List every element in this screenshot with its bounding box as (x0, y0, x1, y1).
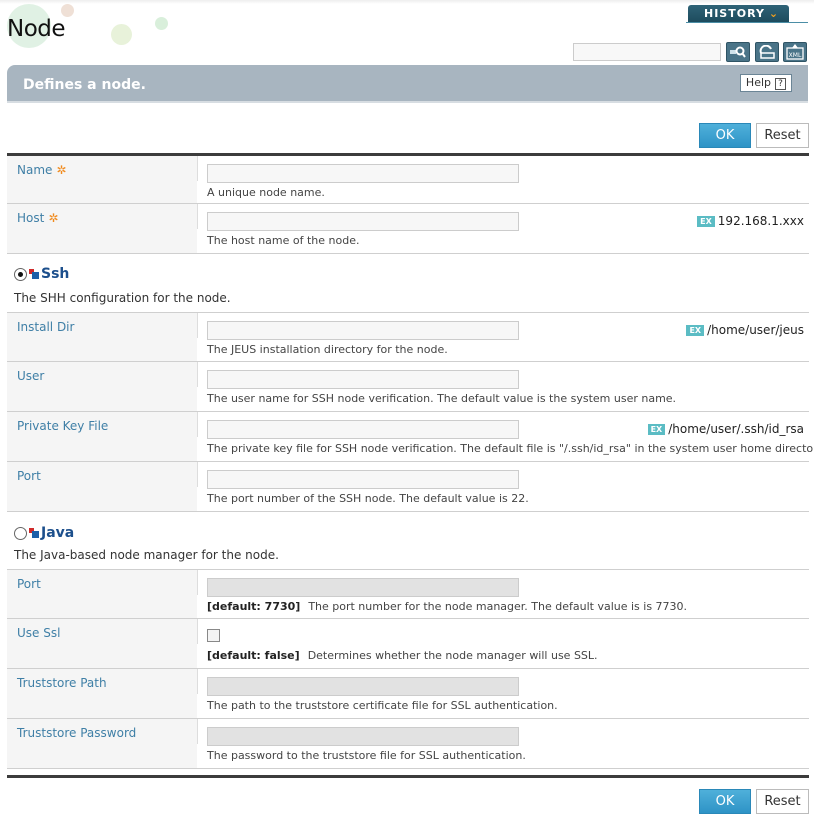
chevron-down-icon: ⌄ (768, 7, 780, 20)
svg-text:XML: XML (789, 52, 802, 59)
field-description: The JEUS installation directory for the … (207, 343, 448, 356)
field-label: Truststore Password (7, 719, 197, 768)
truststore-path-input[interactable] (207, 677, 519, 696)
ssh-radio[interactable] (14, 267, 27, 281)
required-icon: ✲ (48, 211, 59, 225)
history-label: HISTORY (704, 7, 765, 20)
field-label: Port (7, 570, 197, 618)
divider (197, 570, 198, 595)
field-description: The path to the truststore certificate f… (207, 699, 558, 712)
default-value: [default: 7730] (207, 600, 301, 613)
ssh-section-header: Ssh (14, 266, 69, 282)
field-label: Host ✲ (7, 204, 197, 253)
field-label: Truststore Path (7, 669, 197, 718)
field-row-use-ssl: Use Ssl [default: false] Determines wheth… (7, 619, 809, 669)
field-description: The password to the truststore file for … (207, 749, 526, 762)
top-border (0, 0, 814, 4)
search-button[interactable] (726, 42, 750, 62)
page-title: Node (7, 16, 66, 42)
help-label: Help (745, 76, 771, 89)
example-value: EX/home/user/.ssh/id_rsa (647, 422, 804, 436)
field-description: [default: false] Determines whether the n… (207, 649, 598, 662)
divider (197, 412, 198, 437)
divider (197, 362, 198, 387)
field-label: Name ✲ (7, 156, 197, 203)
xml-export-button[interactable]: XML (783, 42, 807, 62)
field-description: The user name for SSH node verification.… (207, 392, 677, 405)
ssh-title: Ssh (41, 266, 70, 282)
example-icon: EX (686, 325, 705, 336)
divider (197, 619, 198, 644)
field-row-truststore-path: Truststore Path The path to the truststo… (7, 669, 809, 719)
divider (197, 719, 198, 744)
install-dir-input[interactable] (207, 321, 519, 340)
field-row-name: Name ✲ A unique node name. (7, 156, 809, 204)
field-row-private-key-file: Private Key File The private key file fo… (7, 412, 814, 462)
field-row-host: Host ✲ The host name of the node. EX 192.1… (7, 204, 809, 254)
java-description: The Java-based node manager for the node… (14, 548, 279, 562)
refresh-button[interactable] (755, 42, 779, 62)
divider (197, 462, 198, 487)
ok-button-bottom[interactable]: OK (699, 789, 751, 814)
ssh-port-input[interactable] (207, 470, 519, 489)
help-button[interactable]: Help? (739, 74, 792, 92)
example-value: EX/home/user/jeus (686, 323, 804, 337)
refresh-icon (759, 45, 775, 59)
ok-button-top[interactable]: OK (699, 123, 751, 148)
banner-text: Defines a node. (23, 77, 146, 93)
decor-circle (155, 17, 168, 30)
field-label: Install Dir (7, 313, 197, 361)
java-port-input[interactable] (207, 578, 519, 597)
search-input[interactable] (573, 43, 721, 61)
java-title: Java (41, 525, 75, 541)
field-label: Use Ssl (7, 619, 197, 668)
field-description: A unique node name. (207, 186, 325, 199)
reset-button-top[interactable]: Reset (756, 123, 809, 148)
divider (197, 156, 198, 181)
default-value: [default: false] (207, 649, 300, 662)
field-description: The port number of the SSH node. The def… (207, 492, 529, 505)
truststore-password-input[interactable] (207, 727, 519, 746)
example-icon: EX (647, 424, 666, 435)
example-icon: EX (697, 216, 715, 227)
xml-icon: XML (786, 44, 804, 60)
required-icon: ✲ (56, 163, 67, 177)
bottom-rule (7, 775, 809, 778)
description-banner: Defines a node. Help? (7, 65, 808, 103)
reset-button-bottom[interactable]: Reset (756, 789, 809, 814)
java-radio[interactable] (14, 526, 27, 540)
field-description: The private key file for SSH node verifi… (207, 442, 814, 455)
section-icon (29, 269, 39, 279)
host-input[interactable] (207, 212, 519, 231)
history-button[interactable]: HISTORY ⌄ (688, 5, 789, 23)
field-row-truststore-password: Truststore Password The password to the … (7, 719, 809, 769)
field-row-java-port: Port [default: 7730] The port number for … (7, 569, 809, 619)
history-underline (686, 22, 808, 23)
field-label: Port (7, 462, 197, 511)
divider (197, 669, 198, 694)
divider (197, 204, 198, 229)
name-input[interactable] (207, 164, 519, 183)
example-value: EX 192.168.1.xxx (697, 214, 804, 228)
use-ssl-checkbox[interactable] (207, 629, 220, 642)
search-icon (730, 46, 746, 58)
field-row-user: User The user name for SSH node verifica… (7, 362, 809, 412)
field-row-install-dir: Install Dir The JEUS installation direct… (7, 312, 809, 362)
private-key-file-input[interactable] (207, 420, 519, 439)
field-description: The host name of the node. (207, 234, 360, 247)
decor-circle (111, 24, 132, 45)
divider (197, 313, 198, 338)
ssh-description: The SHH configuration for the node. (14, 291, 231, 305)
field-description: [default: 7730] The port number for the n… (207, 600, 688, 613)
help-icon: ? (775, 78, 786, 90)
section-icon (29, 528, 39, 538)
user-input[interactable] (207, 370, 519, 389)
field-row-ssh-port: Port The port number of the SSH node. Th… (7, 462, 809, 512)
java-section-header: Java (14, 525, 74, 541)
field-label: User (7, 362, 197, 411)
field-label: Private Key File (7, 412, 197, 461)
